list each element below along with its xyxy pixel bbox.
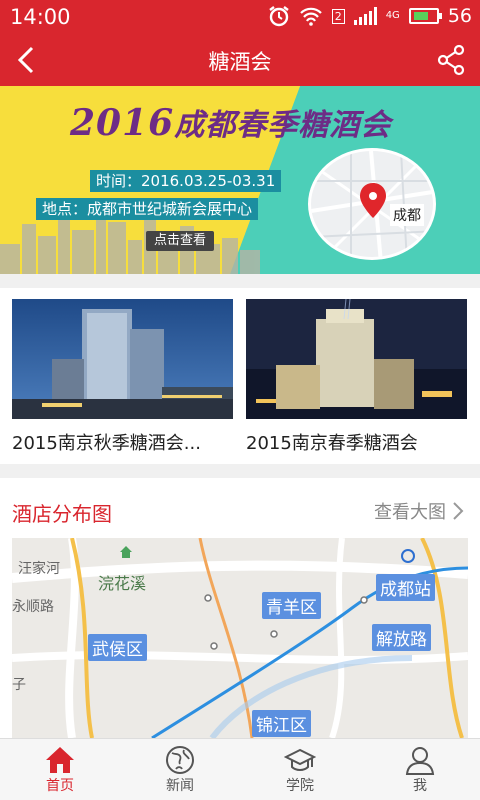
- event-caption: 2015南京秋季糖酒会...: [12, 433, 201, 454]
- signal-icon: [353, 7, 377, 25]
- tab-academy[interactable]: 学院: [240, 739, 360, 800]
- map-label-jinjiang: 锦江区: [252, 710, 311, 737]
- event-photo: [12, 299, 233, 419]
- status-time: 14:00: [10, 5, 71, 29]
- bottom-navigation: 首页 新闻 学院 我: [0, 738, 480, 800]
- event-location: 地点：成都市世纪城新会展中心: [36, 198, 259, 220]
- globe-icon: [166, 746, 194, 774]
- tab-me[interactable]: 我: [360, 739, 480, 800]
- event-photo: [246, 299, 467, 419]
- tab-news[interactable]: 新闻: [120, 739, 240, 800]
- status-bar: 14:00 2 4G 56: [0, 0, 480, 34]
- tab-home[interactable]: 首页: [0, 739, 120, 800]
- map-label-huanhuaxi: 浣花溪: [98, 574, 147, 593]
- network-type: 4G: [385, 10, 400, 21]
- map-label-wangjiahe: 汪家河: [18, 561, 60, 577]
- view-large-map-label: 查看大图: [374, 502, 446, 523]
- status-icons: 2 4G 56: [268, 5, 472, 27]
- tab-label: 学院: [286, 778, 314, 794]
- person-icon: [405, 747, 435, 775]
- map-label-shunlu: 永顺路: [12, 599, 54, 615]
- banner-headline: 2016成都春季糖酒会: [70, 100, 391, 144]
- tab-label: 首页: [46, 778, 74, 794]
- map-label-chengdu-station: 成都站: [376, 574, 435, 601]
- view-large-map-link[interactable]: 查看大图: [374, 498, 464, 524]
- hotel-distribution-map[interactable]: 汪家河 浣花溪 永顺路 子 青羊区 武侯区 解放路 锦江区 成都站: [12, 538, 468, 738]
- map-label-qingyang: 青羊区: [262, 592, 321, 619]
- battery-icon: [408, 8, 442, 24]
- page-title: 糖酒会: [208, 50, 272, 74]
- mini-map-city-label: 成都: [390, 204, 424, 226]
- battery-level: 56: [447, 5, 472, 27]
- hotel-map-section: 酒店分布图 查看大图 汪家河 浣花溪 永顺路 子 青羊区 武侯区 解放路 锦江区…: [0, 478, 480, 738]
- map-label-wuhou: 武侯区: [88, 634, 147, 661]
- event-list: 2015南京秋季糖酒会... 2015南京春季糖酒会: [0, 288, 480, 464]
- tab-label: 我: [413, 778, 427, 794]
- banner-title: 成都春季糖酒会: [174, 108, 392, 143]
- hotel-map-title: 酒店分布图: [12, 502, 112, 526]
- banner-year: 2016: [70, 102, 175, 144]
- view-details-button[interactable]: 点击查看: [146, 231, 215, 251]
- chevron-right-icon: [453, 502, 464, 520]
- event-card[interactable]: 2015南京秋季糖酒会...: [12, 299, 233, 455]
- event-card[interactable]: 2015南京春季糖酒会: [246, 299, 467, 455]
- map-label-jiefang: 解放路: [372, 624, 431, 651]
- wifi-icon: [299, 7, 322, 26]
- event-time: 时间：2016.03.25-03.31: [90, 170, 282, 192]
- sim-icon: 2: [331, 8, 345, 24]
- tab-label: 新闻: [166, 778, 194, 794]
- map-label-zi: 子: [12, 677, 26, 693]
- graduation-cap-icon: [284, 748, 316, 771]
- event-banner[interactable]: 2016成都春季糖酒会 时间：2016.03.25-03.31 地点：成都市世纪…: [0, 86, 480, 274]
- share-icon[interactable]: [436, 44, 466, 76]
- app-header: 糖酒会: [0, 34, 480, 86]
- alarm-icon: [268, 6, 289, 27]
- event-caption: 2015南京春季糖酒会: [246, 433, 418, 454]
- home-icon: [46, 747, 74, 773]
